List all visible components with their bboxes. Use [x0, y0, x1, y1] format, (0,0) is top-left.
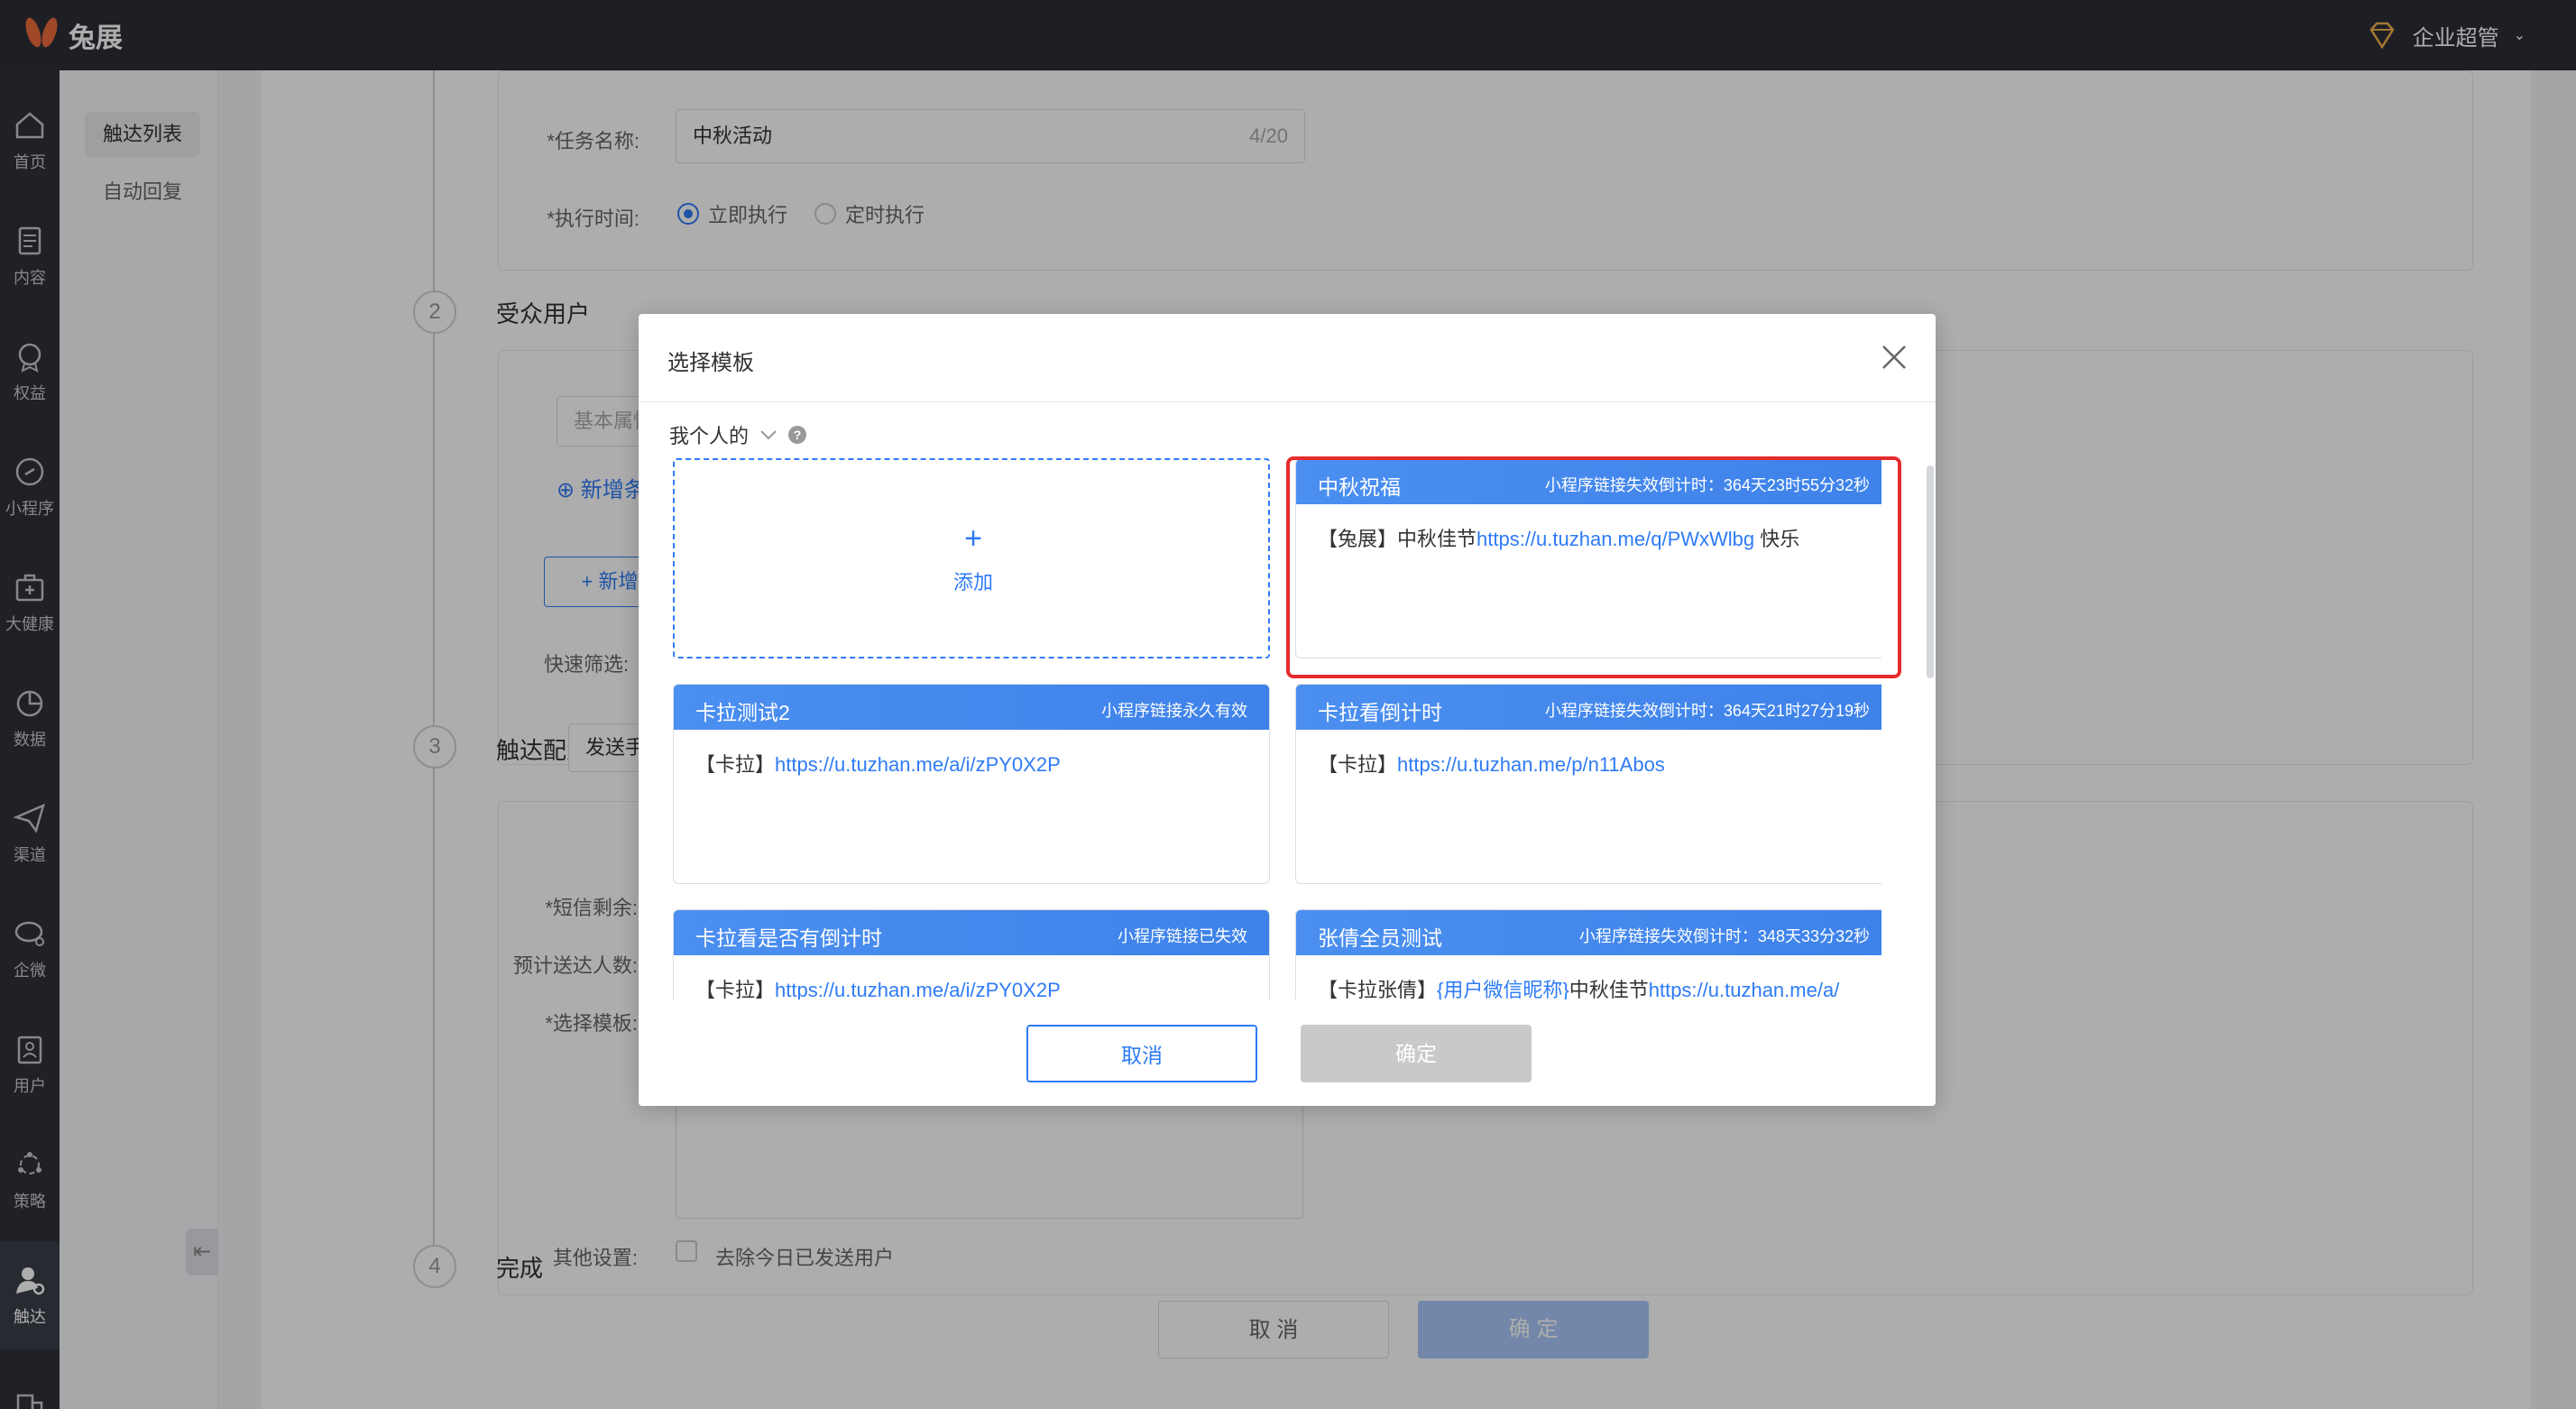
- template-name: 卡拉看倒计时: [1318, 701, 1442, 724]
- template-card[interactable]: 卡拉看是否有倒计时 小程序链接已失效 【卡拉】https://u.tuzhan.…: [673, 909, 1270, 999]
- template-card-header: 张倩全员测试 小程序链接失效倒计时：348天33分32秒: [1296, 910, 1881, 955]
- template-card-header: 卡拉看是否有倒计时 小程序链接已失效: [674, 910, 1269, 955]
- modal-title: 选择模板: [667, 351, 754, 375]
- template-link[interactable]: https://u.tuzhan.me/a/i/zPY0X2P: [775, 753, 1061, 776]
- template-text: 中秋佳节: [1569, 979, 1649, 999]
- template-link-status: 小程序链接永久有效: [1101, 702, 1247, 720]
- template-filter-dropdown[interactable]: 我个人的 ?: [669, 420, 807, 449]
- template-link-status: 小程序链接失效倒计时：348天33分32秒: [1578, 927, 1870, 945]
- chevron-down-icon: [760, 430, 777, 440]
- template-text: 【卡拉张倩】: [1318, 979, 1438, 999]
- template-text: 【卡拉】: [695, 753, 776, 776]
- plus-icon: +: [964, 521, 982, 556]
- modal-header: 选择模板: [639, 314, 1936, 402]
- template-link[interactable]: https://u.tuzhan.me/a/: [1649, 979, 1840, 999]
- help-icon[interactable]: ?: [788, 426, 807, 444]
- add-template-card[interactable]: + 添加: [673, 458, 1270, 658]
- template-card-header: 卡拉看倒计时 小程序链接失效倒计时：364天21时27分19秒: [1296, 685, 1881, 730]
- filter-label: 我个人的: [669, 425, 750, 447]
- template-card[interactable]: 张倩全员测试 小程序链接失效倒计时：348天33分32秒 【卡拉张倩】{用户微信…: [1295, 909, 1881, 999]
- template-link-status: 小程序链接失效倒计时：364天21时27分19秒: [1544, 702, 1870, 720]
- select-template-modal: 选择模板 我个人的 ? + 添加 中秋祝福 小程序链接失效倒计时：364天23时…: [639, 314, 1936, 1106]
- template-content: 【卡拉】https://u.tuzhan.me/a/i/zPY0X2P: [695, 750, 1255, 780]
- template-link-status: 小程序链接已失效: [1118, 927, 1247, 945]
- add-template-label: 添加: [952, 571, 993, 594]
- template-text: 【卡拉】: [1318, 753, 1398, 776]
- template-content: 【卡拉张倩】{用户微信昵称}中秋佳节https://u.tuzhan.me/a/: [1318, 975, 1877, 999]
- scroll-thumb[interactable]: [1927, 465, 1934, 678]
- modal-cancel-button[interactable]: 取消: [1026, 1025, 1257, 1082]
- template-content: 【卡拉】https://u.tuzhan.me/a/i/zPY0X2P: [695, 975, 1255, 999]
- template-card[interactable]: 卡拉测试2 小程序链接永久有效 【卡拉】https://u.tuzhan.me/…: [673, 684, 1270, 884]
- template-name: 张倩全员测试: [1318, 926, 1442, 950]
- template-scrollbar[interactable]: [1927, 465, 1934, 998]
- template-text: 【卡拉】: [695, 979, 776, 999]
- template-card[interactable]: 卡拉看倒计时 小程序链接失效倒计时：364天21时27分19秒 【卡拉】http…: [1295, 684, 1881, 884]
- template-name: 卡拉看是否有倒计时: [695, 926, 882, 950]
- template-variable: {用户微信昵称}: [1437, 979, 1569, 999]
- selected-template-highlight: [1286, 456, 1901, 678]
- template-link[interactable]: https://u.tuzhan.me/a/i/zPY0X2P: [775, 979, 1061, 999]
- close-icon[interactable]: [1878, 341, 1910, 373]
- template-name: 卡拉测试2: [695, 701, 790, 724]
- template-link[interactable]: https://u.tuzhan.me/p/n11Abos: [1397, 753, 1665, 776]
- template-content: 【卡拉】https://u.tuzhan.me/p/n11Abos: [1318, 750, 1877, 780]
- template-card-header: 卡拉测试2 小程序链接永久有效: [674, 685, 1269, 730]
- modal-confirm-button[interactable]: 确定: [1301, 1025, 1532, 1082]
